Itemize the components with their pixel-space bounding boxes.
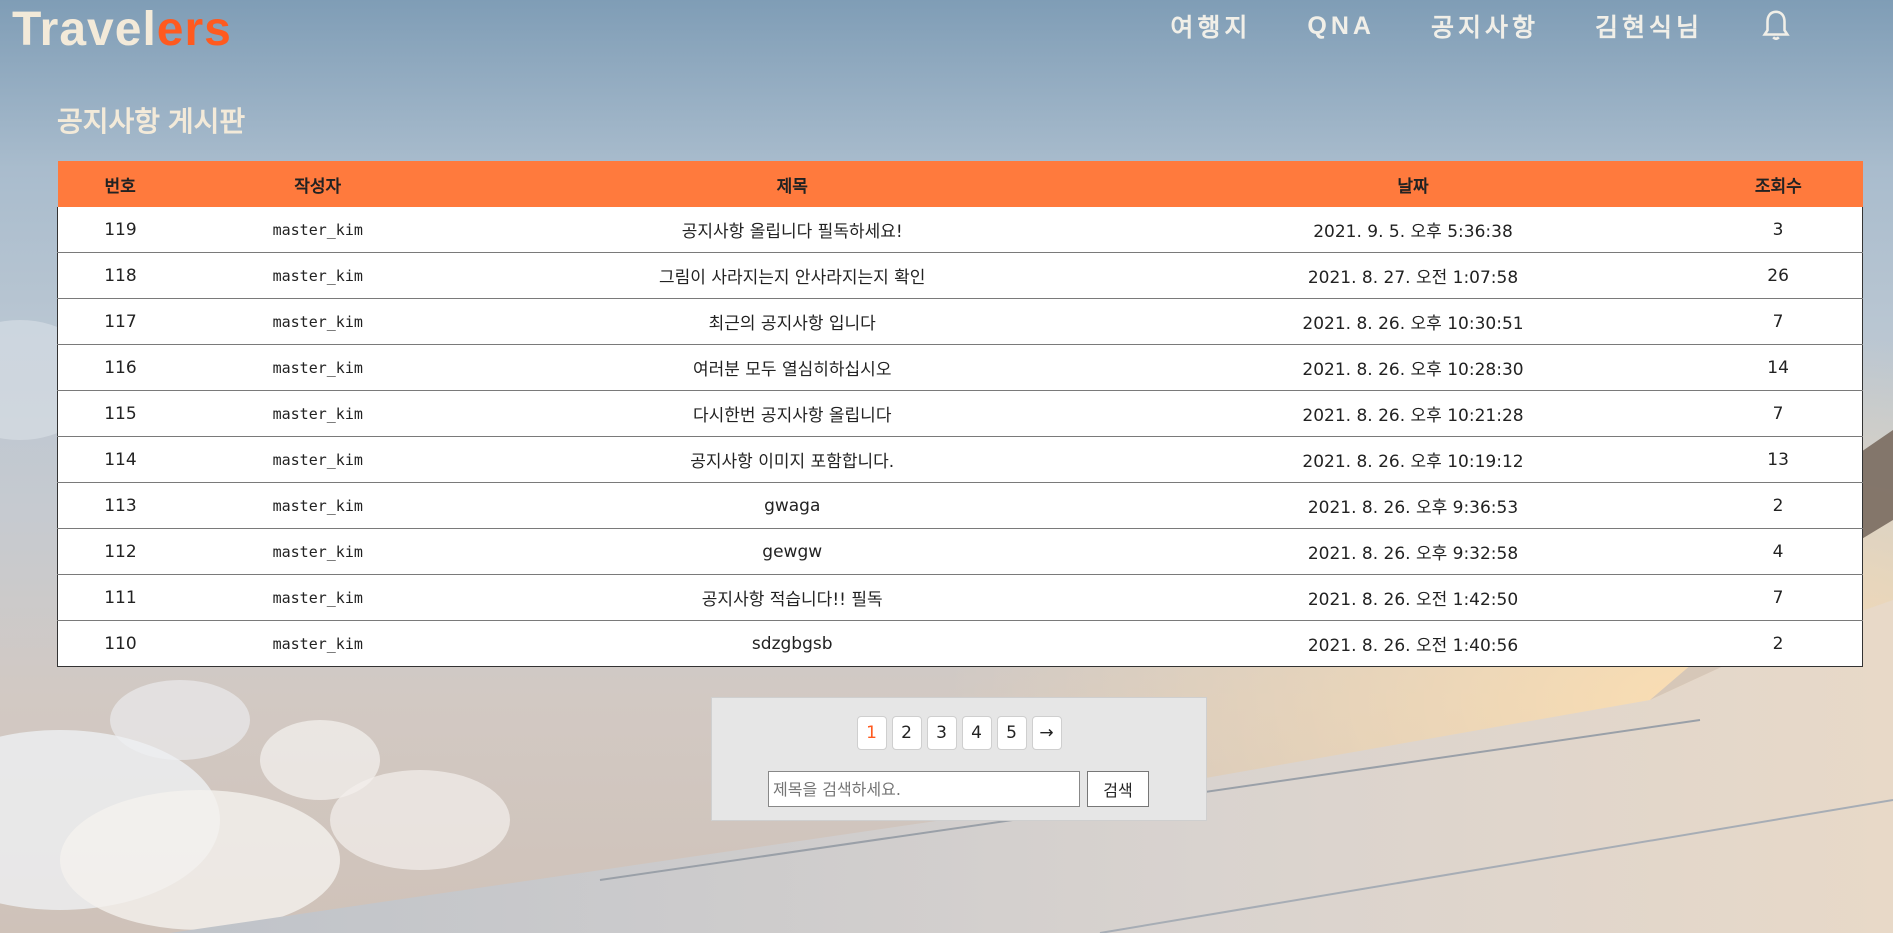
cell-date: 2021. 8. 26. 오후 10:28:30 xyxy=(1131,344,1695,391)
page-button[interactable]: 2 xyxy=(891,716,922,750)
cell-number: 112 xyxy=(56,528,183,575)
cell-views: 7 xyxy=(1694,390,1864,437)
cell-title-link[interactable]: 그림이 사라지는지 안사라지는지 확인 xyxy=(452,252,1132,299)
cell-date: 2021. 8. 26. 오후 10:19:12 xyxy=(1131,436,1695,483)
notice-table: 번호 작성자 제목 날짜 조회수 119 master_kim 공지사항 올립니… xyxy=(56,161,1864,667)
col-header-title: 제목 xyxy=(452,161,1132,207)
cell-number: 115 xyxy=(56,390,183,437)
nav-qna[interactable]: QNA xyxy=(1307,12,1375,41)
col-header-author: 작성자 xyxy=(182,161,453,207)
cell-date: 2021. 8. 26. 오후 10:30:51 xyxy=(1131,298,1695,345)
pagination: 1 2 3 4 5 → xyxy=(712,716,1206,750)
table-row[interactable]: 116 master_kim 여러분 모두 열심히하십시오 2021. 8. 2… xyxy=(56,344,1864,391)
cell-title-link[interactable]: 공지사항 이미지 포함합니다. xyxy=(452,436,1132,483)
page-button-current[interactable]: 1 xyxy=(856,716,887,750)
search-bar: 검색 xyxy=(768,771,1149,807)
table-row[interactable]: 115 master_kim 다시한번 공지사항 올립니다 2021. 8. 2… xyxy=(56,390,1864,437)
top-nav: 여행지 QNA 공지사항 김현식님 xyxy=(1170,6,1893,46)
col-header-number: 번호 xyxy=(57,161,183,207)
page-button[interactable]: 4 xyxy=(961,716,992,750)
logo-text-accent: ers xyxy=(156,3,232,56)
table-row[interactable]: 113 master_kim gwaga 2021. 8. 26. 오후 9:3… xyxy=(56,482,1864,529)
table-row[interactable]: 118 master_kim 그림이 사라지는지 안사라지는지 확인 2021.… xyxy=(56,252,1864,299)
cell-date: 2021. 8. 26. 오후 10:21:28 xyxy=(1131,390,1695,437)
table-row[interactable]: 110 master_kim sdzgbgsb 2021. 8. 26. 오전 … xyxy=(56,620,1864,667)
cell-author: master_kim xyxy=(182,252,453,299)
nav-notices[interactable]: 공지사항 xyxy=(1431,8,1539,44)
table-row[interactable]: 112 master_kim gewgw 2021. 8. 26. 오후 9:3… xyxy=(56,528,1864,575)
cell-author: master_kim xyxy=(182,207,453,253)
cell-views: 2 xyxy=(1694,620,1864,667)
cell-date: 2021. 8. 26. 오전 1:40:56 xyxy=(1131,620,1695,667)
cell-title-link[interactable]: gewgw xyxy=(452,528,1132,575)
cell-date: 2021. 8. 26. 오후 9:36:53 xyxy=(1131,482,1695,529)
table-row[interactable]: 117 master_kim 최근의 공지사항 입니다 2021. 8. 26.… xyxy=(56,298,1864,345)
cell-title-link[interactable]: 여러분 모두 열심히하십시오 xyxy=(452,344,1132,391)
logo-text-main: Travel xyxy=(12,3,157,56)
bell-icon[interactable] xyxy=(1759,9,1793,43)
cell-author: master_kim xyxy=(182,482,453,529)
pagination-search-panel: 1 2 3 4 5 → 검색 xyxy=(711,697,1207,821)
cell-date: 2021. 8. 26. 오후 9:32:58 xyxy=(1131,528,1695,575)
cell-author: master_kim xyxy=(182,574,453,621)
cell-views: 2 xyxy=(1694,482,1864,529)
logo[interactable]: Travelers xyxy=(12,2,232,58)
cell-views: 26 xyxy=(1694,252,1864,299)
cell-number: 110 xyxy=(56,620,183,667)
col-header-views: 조회수 xyxy=(1694,161,1863,207)
cell-number: 119 xyxy=(56,207,183,253)
col-header-date: 날짜 xyxy=(1131,161,1695,207)
cell-number: 116 xyxy=(56,344,183,391)
cell-date: 2021. 8. 27. 오전 1:07:58 xyxy=(1131,252,1695,299)
cell-title-link[interactable]: 공지사항 올립니다 필독하세요! xyxy=(452,207,1132,253)
page-button[interactable]: 3 xyxy=(926,716,957,750)
cell-views: 13 xyxy=(1694,436,1864,483)
cell-author: master_kim xyxy=(182,344,453,391)
cell-views: 4 xyxy=(1694,528,1864,575)
table-header-row: 번호 작성자 제목 날짜 조회수 xyxy=(57,161,1863,207)
table-row[interactable]: 111 master_kim 공지사항 적습니다!! 필독 2021. 8. 2… xyxy=(56,574,1864,621)
cell-views: 3 xyxy=(1694,207,1864,253)
cell-author: master_kim xyxy=(182,390,453,437)
search-input[interactable] xyxy=(768,771,1080,807)
cell-views: 7 xyxy=(1694,574,1864,621)
page-title: 공지사항 게시판 xyxy=(57,106,246,137)
cell-views: 14 xyxy=(1694,344,1864,391)
cell-title-link[interactable]: 공지사항 적습니다!! 필독 xyxy=(452,574,1132,621)
next-page-button[interactable]: → xyxy=(1031,716,1062,750)
search-button[interactable]: 검색 xyxy=(1087,771,1149,807)
cell-number: 111 xyxy=(56,574,183,621)
cell-title-link[interactable]: sdzgbgsb xyxy=(452,620,1132,667)
cell-author: master_kim xyxy=(182,528,453,575)
cell-title-link[interactable]: 최근의 공지사항 입니다 xyxy=(452,298,1132,345)
cell-title-link[interactable]: 다시한번 공지사항 올립니다 xyxy=(452,390,1132,437)
cell-views: 7 xyxy=(1694,298,1864,345)
table-row[interactable]: 119 master_kim 공지사항 올립니다 필독하세요! 2021. 9.… xyxy=(56,207,1864,253)
cell-author: master_kim xyxy=(182,298,453,345)
cell-title-link[interactable]: gwaga xyxy=(452,482,1132,529)
cell-number: 113 xyxy=(56,482,183,529)
cell-date: 2021. 8. 26. 오전 1:42:50 xyxy=(1131,574,1695,621)
cell-number: 117 xyxy=(56,298,183,345)
cell-author: master_kim xyxy=(182,436,453,483)
nav-destinations[interactable]: 여행지 xyxy=(1170,8,1251,44)
table-row[interactable]: 114 master_kim 공지사항 이미지 포함합니다. 2021. 8. … xyxy=(56,436,1864,483)
cell-number: 114 xyxy=(56,436,183,483)
cell-number: 118 xyxy=(56,252,183,299)
nav-user-profile[interactable]: 김현식님 xyxy=(1595,8,1703,44)
cell-author: master_kim xyxy=(182,620,453,667)
page-button[interactable]: 5 xyxy=(996,716,1027,750)
cell-date: 2021. 9. 5. 오후 5:36:38 xyxy=(1131,207,1695,253)
